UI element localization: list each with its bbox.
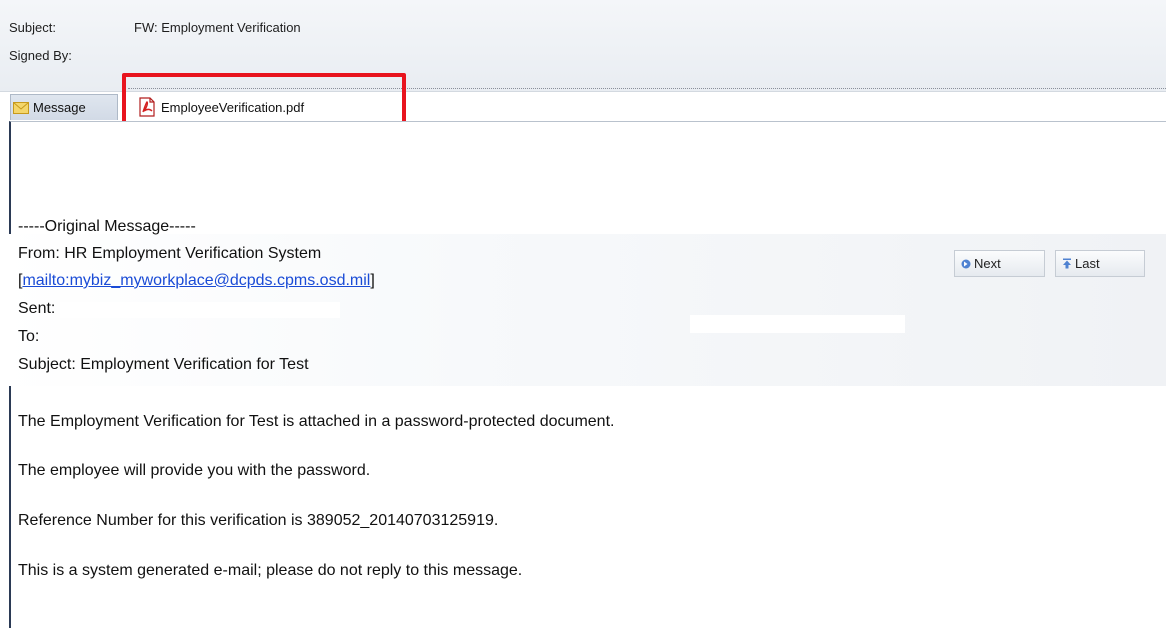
tab-message[interactable]: Message: [10, 94, 118, 120]
envelope-icon: [13, 101, 29, 114]
mailto-link[interactable]: mailto:mybiz_myworkplace@dcpds.cpms.osd.…: [22, 272, 370, 289]
subject-value: FW: Employment Verification: [134, 20, 301, 35]
original-message-marker: -----Original Message-----: [18, 218, 196, 235]
next-button-label: Next: [974, 256, 1001, 271]
mailto-close-bracket: ]: [370, 272, 375, 289]
mailto-line: [mailto:mybiz_myworkplace@dcpds.cpms.osd…: [18, 272, 375, 290]
tab-message-label: Message: [33, 100, 86, 115]
next-button[interactable]: Next: [954, 250, 1045, 277]
redacted-sent-value: [60, 302, 340, 318]
signed-by-label: Signed By:: [9, 48, 72, 63]
last-button-label: Last: [1075, 256, 1100, 271]
attachment-highlight: [122, 73, 406, 127]
last-button[interactable]: Last: [1055, 250, 1145, 277]
arrow-top-icon: [1063, 258, 1071, 269]
body-paragraph-1: The Employment Verification for Test is …: [18, 413, 615, 430]
subject-line: Subject: Employment Verification for Tes…: [18, 356, 309, 373]
from-line: From: HR Employment Verification System: [18, 245, 322, 262]
subject-label: Subject:: [9, 20, 56, 35]
body-paragraph-3: Reference Number for this verification i…: [18, 512, 499, 529]
sent-label: Sent:: [18, 300, 56, 317]
body-paragraph-2: The employee will provide you with the p…: [18, 462, 371, 479]
redacted-to-value: [690, 315, 905, 333]
to-label: To:: [18, 328, 40, 345]
arrow-right-icon: [961, 259, 971, 268]
body-paragraph-4: This is a system generated e-mail; pleas…: [18, 562, 523, 579]
